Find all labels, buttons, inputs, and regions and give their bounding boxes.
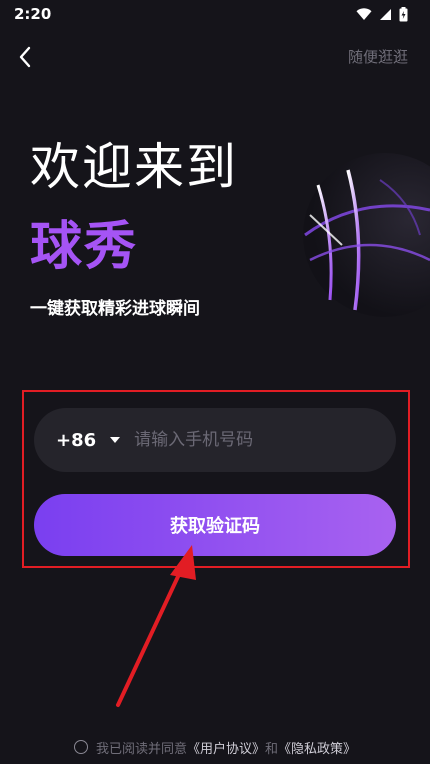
battery-icon xyxy=(399,6,408,21)
user-agreement-link[interactable]: 《用户协议》 xyxy=(187,738,265,757)
basketball-illustration xyxy=(303,153,430,317)
skip-link[interactable]: 随便逛逛 xyxy=(348,46,408,67)
agreement-prefix: 我已阅读并同意 xyxy=(95,741,187,757)
privacy-policy-link[interactable]: 《隐私政策》 xyxy=(278,738,356,757)
agreement-conjunction: 和 xyxy=(265,741,279,757)
tagline: 一键获取精彩进球瞬间 xyxy=(30,299,200,319)
caret-down-icon xyxy=(110,437,121,443)
chevron-left-icon xyxy=(19,46,31,68)
status-time: 2:20 xyxy=(14,5,52,23)
wifi-icon xyxy=(356,7,372,20)
phone-field: +86 xyxy=(34,408,396,472)
welcome-title: 欢迎来到 xyxy=(30,138,238,196)
back-button[interactable] xyxy=(12,44,38,70)
phone-input[interactable] xyxy=(134,430,365,450)
annotation-arrow xyxy=(116,545,196,707)
agreement-row: 我已阅读并同意 《用户协议》 和 《隐私政策》 xyxy=(0,737,430,757)
agree-checkbox[interactable] xyxy=(73,740,88,754)
country-code: +86 xyxy=(56,429,97,451)
signal-icon xyxy=(380,8,391,20)
status-icons xyxy=(356,6,408,22)
country-code-selector[interactable]: +86 xyxy=(56,430,134,451)
brand-title: 球秀 xyxy=(30,217,139,277)
status-bar: 2:20 xyxy=(0,0,430,28)
